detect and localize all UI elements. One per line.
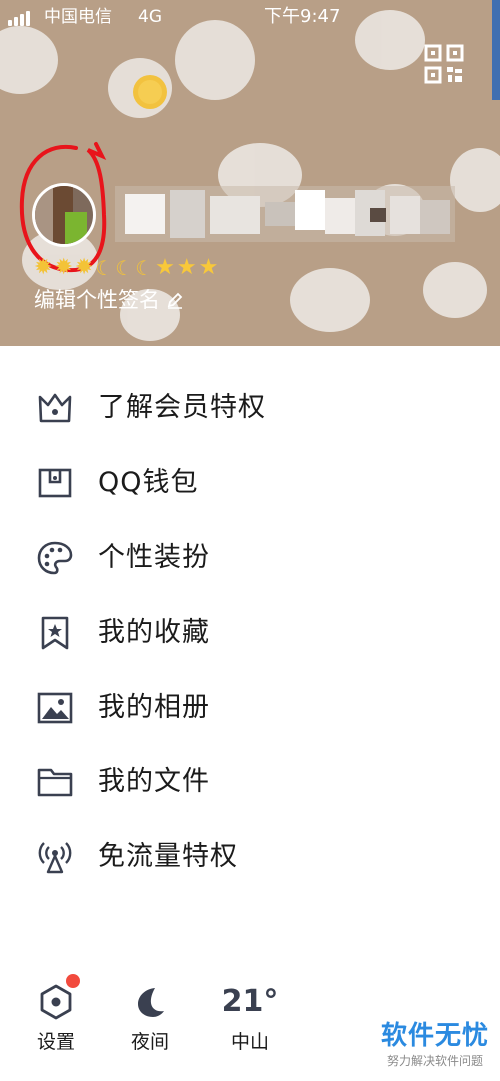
settings-button[interactable]: 设置 <box>26 980 86 1060</box>
bookmark-star-icon <box>36 614 74 652</box>
menu-item-album[interactable]: 我的相册 <box>0 678 500 738</box>
menu-item-label: 我的收藏 <box>98 617 210 648</box>
profile-header: 中国电信 4G 下午9:47 ✹ ✹ ✹ ☾ ☾ ☾ ★ ★ ★ 编辑个性签名 <box>0 0 500 346</box>
photo-icon <box>36 689 74 727</box>
status-time: 下午9:47 <box>264 6 341 27</box>
menu-item-files[interactable]: 我的文件 <box>0 752 500 812</box>
level-badges[interactable]: ✹ ✹ ✹ ☾ ☾ ☾ ★ ★ ★ <box>34 255 218 281</box>
moon-level-icon: ☾ <box>115 256 134 280</box>
moon-level-icon: ☾ <box>135 256 154 280</box>
menu-item-favorites[interactable]: 我的收藏 <box>0 603 500 663</box>
moon-icon <box>120 980 180 1024</box>
star-level-icon: ★ <box>176 255 197 280</box>
menu-item-label: 免流量特权 <box>98 841 238 872</box>
qr-code-icon[interactable] <box>424 44 464 84</box>
network-type: 4G <box>138 7 162 27</box>
menu-item-theme[interactable]: 个性装扮 <box>0 528 500 588</box>
status-bar: 中国电信 4G 下午9:47 <box>0 0 500 34</box>
moon-level-icon: ☾ <box>95 256 114 280</box>
watermark-subtitle: 努力解决软件问题 <box>386 1054 483 1068</box>
menu-item-vip[interactable]: 了解会员特权 <box>0 378 500 438</box>
signature-placeholder: 编辑个性签名 <box>34 288 160 312</box>
signal-tower-icon <box>36 838 74 876</box>
signal-strength-icon <box>8 11 30 26</box>
menu-item-free-data[interactable]: 免流量特权 <box>0 827 500 887</box>
star-level-icon: ★ <box>198 255 219 280</box>
menu-item-label: 我的相册 <box>98 692 210 723</box>
folder-icon <box>36 763 74 801</box>
watermark-logo: 软件无忧 努力解决软件问题 <box>370 1020 500 1081</box>
wallet-icon <box>36 464 74 502</box>
settings-label: 设置 <box>36 1031 75 1053</box>
menu-item-label: 个性装扮 <box>98 542 210 573</box>
avatar[interactable] <box>32 183 96 247</box>
watermark-title: 软件无忧 <box>380 1021 489 1051</box>
qq-side-drawer: 中国电信 4G 下午9:47 ✹ ✹ ✹ ☾ ☾ ☾ ★ ★ ★ 编辑个性签名 … <box>0 0 500 1081</box>
star-level-icon: ★ <box>155 255 175 280</box>
crown-icon <box>36 389 74 427</box>
signature-edit[interactable]: 编辑个性签名 <box>34 286 184 314</box>
night-mode-label: 夜间 <box>130 1031 169 1053</box>
menu-item-label: 了解会员特权 <box>98 392 266 423</box>
palette-icon <box>36 539 74 577</box>
notification-dot <box>66 974 80 988</box>
sun-level-icon: ✹ <box>34 255 53 280</box>
nickname-pixelated <box>115 186 455 242</box>
weather-widget[interactable]: 21° 中山 <box>214 980 286 1060</box>
menu-item-wallet[interactable]: QQ钱包 <box>0 453 500 513</box>
pencil-icon <box>167 292 183 309</box>
weather-city: 中山 <box>230 1031 269 1053</box>
menu-item-label: QQ钱包 <box>98 467 199 498</box>
menu-item-label: 我的文件 <box>98 766 210 797</box>
sun-level-icon: ✹ <box>54 255 73 280</box>
sun-level-icon: ✹ <box>74 255 94 280</box>
carrier-name: 中国电信 <box>44 7 112 27</box>
night-mode-button[interactable]: 夜间 <box>120 980 180 1060</box>
temperature-value: 21° <box>221 984 279 1019</box>
